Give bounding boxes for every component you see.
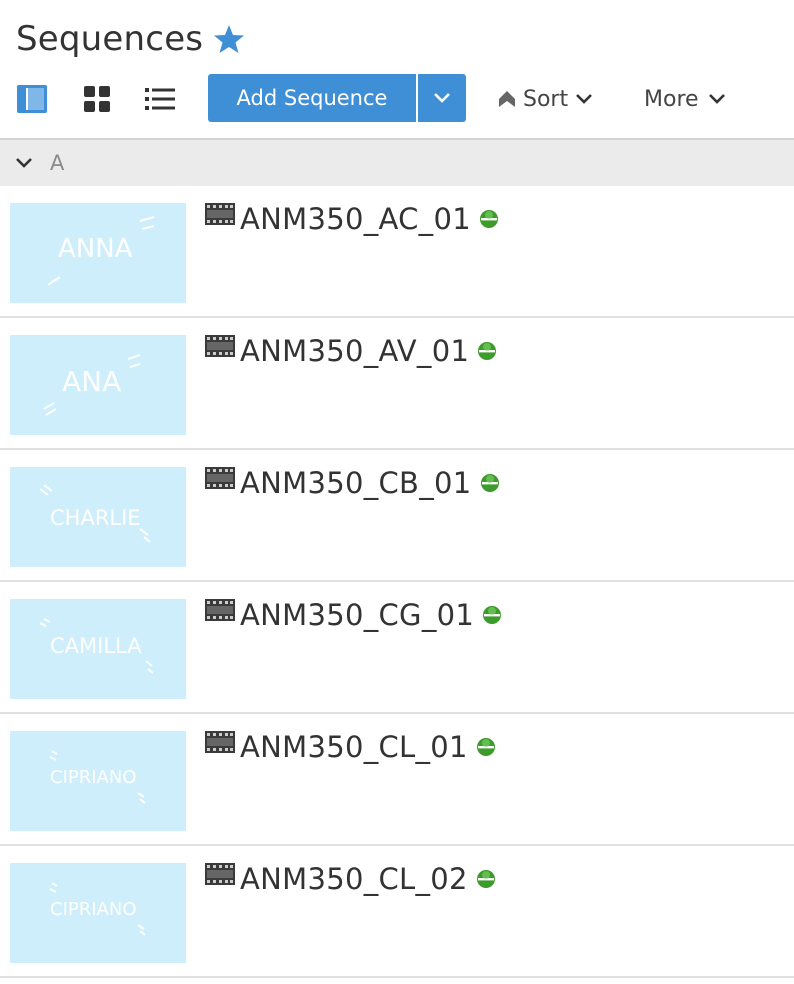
split-view-icon <box>17 85 47 113</box>
list-item: ANA ANM350_AV_01 <box>0 318 794 450</box>
status-icon <box>480 474 499 492</box>
sequence-name[interactable]: ANM350_CL_01 <box>240 730 468 764</box>
status-icon <box>479 210 498 228</box>
thumbnail-text: CAMILLA <box>50 634 142 658</box>
sequence-thumbnail[interactable]: ANNA <box>10 203 186 303</box>
more-button[interactable]: More <box>644 82 727 116</box>
thumbnail-text: CIPRIANO <box>50 899 137 920</box>
list-item: CIPRIANO ANM350_CL_02 <box>0 846 794 978</box>
sequence-thumbnail[interactable]: CAMILLA <box>10 599 186 699</box>
film-icon <box>205 203 235 225</box>
grid-view-icon <box>84 86 110 112</box>
status-icon <box>483 606 502 624</box>
page-header: Sequences <box>0 0 794 66</box>
sequence-name[interactable]: ANM350_CL_02 <box>240 862 468 896</box>
status-icon <box>476 870 495 888</box>
sequence-name[interactable]: ANM350_AV_01 <box>240 334 469 368</box>
sequence-name[interactable]: ANM350_CG_01 <box>240 598 474 632</box>
chevron-down-icon <box>576 94 593 104</box>
list-item: CAMILLA ANM350_CG_01 <box>0 582 794 714</box>
chevron-down-icon <box>434 93 450 103</box>
sort-button[interactable]: Sort <box>497 82 594 116</box>
sequence-thumbnail[interactable]: ANA <box>10 335 186 435</box>
film-icon <box>205 335 235 357</box>
split-view-button[interactable] <box>15 82 49 116</box>
thumbnail-text: CIPRIANO <box>50 767 137 788</box>
list-item: ANNA ANM350_AC_01 <box>0 186 794 318</box>
star-icon[interactable] <box>213 23 245 55</box>
group-collapse-button[interactable] <box>14 153 34 173</box>
list-view-button[interactable] <box>143 82 177 116</box>
film-icon <box>205 467 235 489</box>
sort-label: Sort <box>523 86 569 112</box>
sequence-name[interactable]: ANM350_CB_01 <box>240 466 472 500</box>
film-icon <box>205 731 235 753</box>
sort-icon <box>499 91 515 107</box>
thumbnail-text: ANNA <box>58 234 133 264</box>
group-header: A <box>0 138 794 186</box>
chevron-down-icon <box>708 94 725 104</box>
list-item: CIPRIANO ANM350_CL_01 <box>0 714 794 846</box>
film-icon <box>205 863 235 885</box>
status-icon <box>478 342 497 360</box>
list-view-icon <box>145 88 175 110</box>
sequence-thumbnail[interactable]: CHARLIE <box>10 467 186 567</box>
thumbnail-text: CHARLIE <box>50 506 141 530</box>
add-sequence-button[interactable]: Add Sequence <box>208 74 416 122</box>
grid-view-button[interactable] <box>80 82 114 116</box>
sequence-name[interactable]: ANM350_AC_01 <box>240 202 471 236</box>
chevron-down-icon <box>16 158 32 168</box>
thumbnail-text: ANA <box>62 365 121 398</box>
toolbar: Add Sequence Sort More <box>0 66 794 138</box>
group-label: A <box>50 151 65 175</box>
more-label: More <box>644 86 699 112</box>
film-icon <box>205 599 235 621</box>
sequence-thumbnail[interactable]: CIPRIANO <box>10 863 186 963</box>
status-icon <box>476 738 495 756</box>
sequence-list: ANNA ANM350_AC_01 ANA ANM350_AV_01 CHARL… <box>0 186 794 978</box>
list-item: CHARLIE ANM350_CB_01 <box>0 450 794 582</box>
page-title: Sequences <box>16 19 204 59</box>
add-sequence-dropdown-button[interactable] <box>418 74 466 122</box>
sequence-thumbnail[interactable]: CIPRIANO <box>10 731 186 831</box>
